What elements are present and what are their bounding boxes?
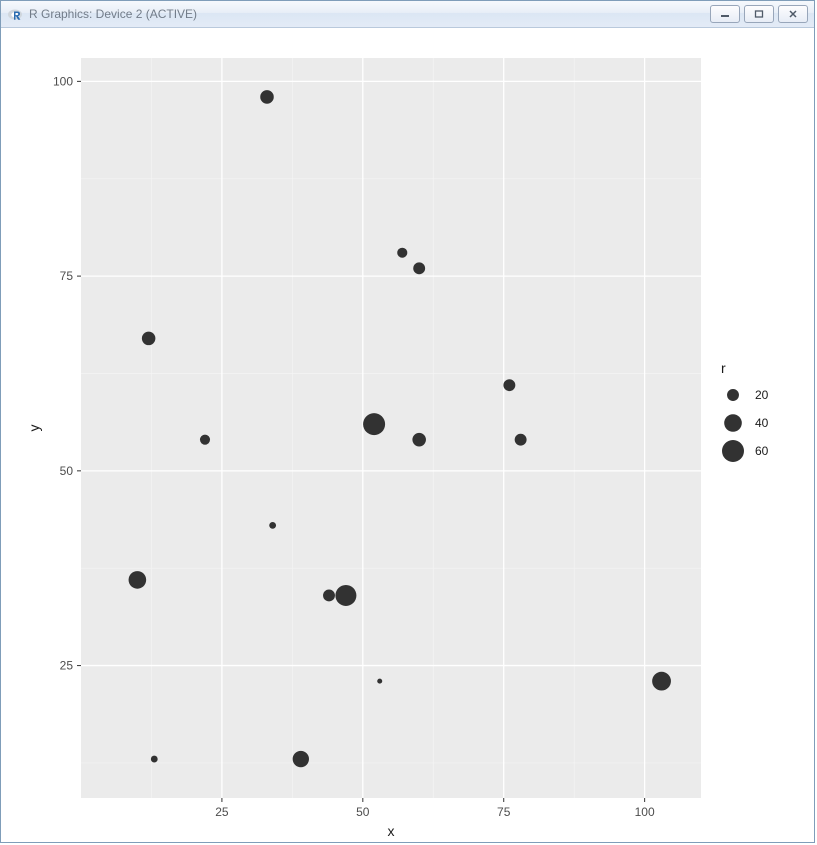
plot-client-area: 25 50 75 100 25 50 75 100 x y r 20 40 60 (1, 28, 814, 842)
data-point (377, 679, 382, 684)
y-tick-label: 100 (53, 74, 73, 88)
data-point (335, 585, 356, 606)
data-point (260, 90, 274, 104)
legend-label: 40 (755, 416, 769, 430)
legend-swatch (727, 389, 739, 401)
data-point (151, 756, 158, 763)
legend-label: 20 (755, 388, 769, 402)
data-point (652, 672, 671, 691)
data-point (515, 434, 527, 446)
y-tick-label: 50 (60, 464, 74, 478)
data-point (503, 379, 515, 391)
plot-panel (81, 58, 701, 798)
data-point (293, 751, 309, 767)
x-tick-label: 50 (356, 805, 370, 819)
legend-swatch (724, 414, 742, 432)
y-tick-label: 75 (60, 269, 74, 283)
minimize-button[interactable] (710, 5, 740, 23)
y-tick-label: 25 (60, 659, 74, 673)
data-point (363, 413, 385, 435)
data-point (323, 590, 335, 602)
r-graphics-window: R Graphics: Device 2 (ACTIVE) 2550751002… (0, 0, 815, 843)
window-controls (710, 5, 808, 23)
r-app-icon (7, 6, 23, 22)
legend-swatch (722, 440, 744, 462)
data-point (200, 435, 210, 445)
data-point (397, 248, 407, 258)
x-tick-label: 75 (497, 805, 511, 819)
chart-svg: 25 50 75 100 25 50 75 100 x y r 20 40 60 (1, 28, 816, 844)
data-point (269, 522, 276, 529)
data-point (412, 433, 426, 447)
maximize-button[interactable] (744, 5, 774, 23)
y-axis-title: y (26, 425, 42, 432)
x-axis-title: x (388, 823, 395, 839)
x-tick-label: 25 (215, 805, 229, 819)
legend-title: r (721, 360, 726, 376)
legend-label: 60 (755, 444, 769, 458)
data-point (413, 262, 425, 274)
close-button[interactable] (778, 5, 808, 23)
chart: 25 50 75 100 25 50 75 100 x y r 20 40 60 (1, 28, 814, 842)
data-point (129, 571, 147, 589)
x-tick-label: 100 (635, 805, 655, 819)
window-title: R Graphics: Device 2 (ACTIVE) (29, 7, 710, 21)
titlebar[interactable]: R Graphics: Device 2 (ACTIVE) (1, 1, 814, 28)
data-point (142, 332, 156, 346)
